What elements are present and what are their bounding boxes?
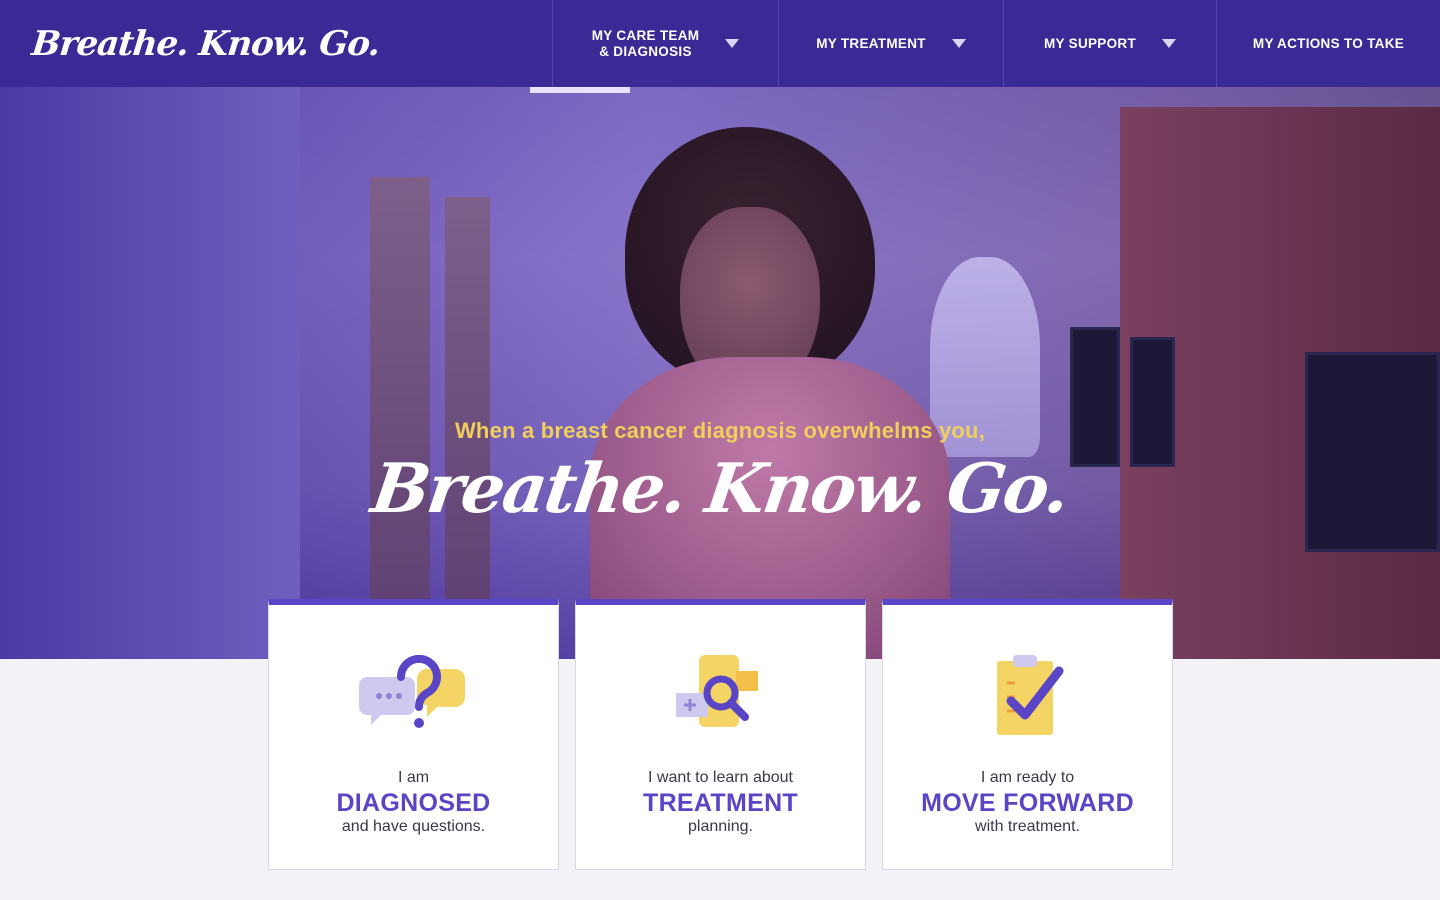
card-move-forward[interactable]: I am ready to MOVE FORWARD with treatmen… (882, 599, 1173, 870)
top-navigation: Breathe. Know. Go. MY CARE TEAM & DIAGNO… (0, 0, 1440, 87)
nav-item-actions[interactable]: MY ACTIONS TO TAKE (1216, 0, 1440, 87)
nav-item-label: MY CARE TEAM & DIAGNOSIS (591, 27, 700, 59)
search-phone-icon (676, 655, 758, 727)
card-lead-text: I am (397, 769, 430, 786)
card-tail-text: and have questions. (341, 818, 486, 835)
brand-logo[interactable]: Breathe. Know. Go. (0, 0, 557, 87)
hero-monitor (1130, 337, 1175, 467)
question-chat-icon (359, 655, 465, 728)
hero-door (370, 177, 430, 647)
hero-tagline: When a breast cancer diagnosis overwhelm… (454, 418, 986, 443)
nav-item-label: MY TREATMENT (816, 35, 926, 51)
card-tail-text: planning. (688, 818, 753, 835)
chevron-down-icon[interactable] (725, 39, 740, 48)
nav-item-label: MY ACTIONS TO TAKE (1252, 35, 1405, 51)
clipboard-check-icon (997, 655, 1064, 735)
chevron-down-icon[interactable] (1162, 39, 1176, 48)
hero-banner: When a breast cancer diagnosis overwhelm… (0, 87, 1440, 659)
card-lead-text: I want to learn about (648, 769, 793, 786)
hero-woman-photo (570, 127, 980, 659)
nav-item-care-team[interactable]: MY CARE TEAM & DIAGNOSIS (552, 0, 778, 87)
card-key-text: TREATMENT (643, 789, 798, 817)
hero-background-wall (0, 87, 300, 659)
hero-monitor (1070, 327, 1120, 467)
card-key-text: DIAGNOSED (336, 789, 491, 817)
ceiling-light (530, 87, 630, 93)
card-tail-text: with treatment. (975, 818, 1080, 835)
chevron-down-icon[interactable] (951, 39, 966, 48)
card-key-text: MOVE FORWARD (921, 789, 1134, 817)
nav-item-label: MY SUPPORT (1043, 35, 1136, 51)
hero-title: Breathe. Know. Go. (366, 449, 1074, 529)
card-lead-text: I am ready to (980, 769, 1075, 786)
card-diagnosed[interactable]: I am DIAGNOSED and have questions. (268, 599, 559, 870)
nav-item-treatment[interactable]: MY TREATMENT (778, 0, 1003, 87)
card-treatment[interactable]: I want to learn about TREATMENT planning… (575, 599, 866, 870)
hero-door (445, 197, 490, 637)
nav-item-support[interactable]: MY SUPPORT (1003, 0, 1216, 87)
